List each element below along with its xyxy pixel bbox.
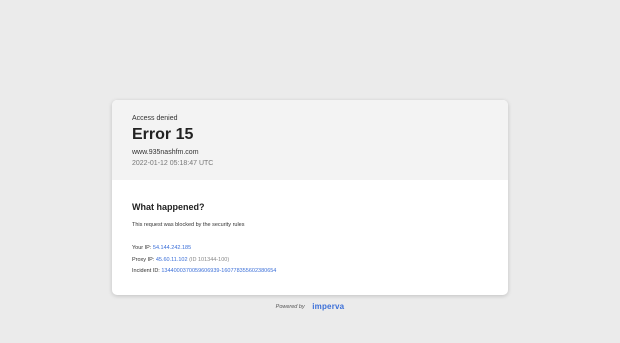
domain-text: www.935nashfm.com bbox=[132, 149, 199, 156]
timestamp-text: 2022-01-12 05:18:47 UTC bbox=[132, 160, 214, 167]
error-header: Access denied Error 15 www.935nashfm.com… bbox=[112, 100, 508, 180]
proxy-ip-label: Proxy IP: bbox=[132, 256, 155, 263]
powered-by-text: Powered by bbox=[275, 304, 305, 310]
error-title: Error 15 bbox=[132, 126, 194, 143]
error-card: Access denied Error 15 www.935nashfm.com… bbox=[112, 100, 508, 295]
your-ip-label: Your IP: bbox=[132, 245, 152, 251]
what-happened-heading: What happened? bbox=[132, 202, 205, 212]
imperva-logo[interactable]: imperva bbox=[312, 302, 344, 311]
error-body: What happened? This request was blocked … bbox=[112, 180, 508, 275]
your-ip-link[interactable]: 54.144.242.185 bbox=[153, 245, 191, 251]
incident-info: Your IP: 54.144.242.185 Proxy IP: 45.60.… bbox=[132, 244, 508, 275]
proxy-ip-link[interactable]: 45.60.11.102 bbox=[156, 257, 188, 263]
incident-id-label: Incident ID: bbox=[132, 268, 160, 274]
your-ip-row: Your IP: 54.144.242.185 bbox=[132, 244, 508, 252]
blocked-message: This request was blocked by the security… bbox=[132, 222, 245, 228]
incident-id-row: Incident ID: 1344000370059606939-1607783… bbox=[132, 267, 508, 275]
access-denied-label: Access denied bbox=[132, 115, 178, 122]
incident-id-link[interactable]: 1344000370059606939-160778355602380654 bbox=[161, 268, 276, 274]
proxy-ip-id: (ID 101344-100) bbox=[189, 256, 230, 263]
proxy-ip-row: Proxy IP: 45.60.11.102 (ID 101344-100) bbox=[132, 256, 508, 264]
footer: Powered by imperva bbox=[0, 302, 620, 312]
